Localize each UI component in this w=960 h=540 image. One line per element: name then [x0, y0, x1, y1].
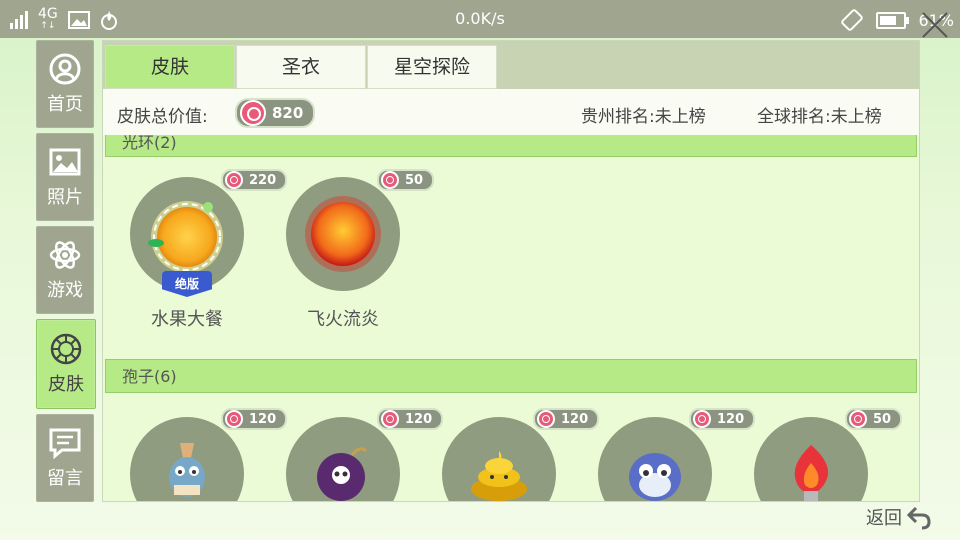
skin-preview: [442, 417, 556, 501]
skin-item-spore-1[interactable]: [129, 417, 245, 501]
global-rank-top: 全球排名:未上榜: [757, 107, 882, 127]
skin-price: 50: [873, 411, 892, 427]
skin-price-badge: 120: [377, 408, 444, 430]
total-value-label-top: 皮肤总价值:: [117, 107, 208, 127]
skin-item-fruit-feast[interactable]: 绝版 水果大餐: [129, 177, 245, 331]
nav-label: 皮肤: [48, 374, 84, 395]
skin-price: 220: [249, 172, 277, 188]
nav-label: 首页: [47, 94, 83, 115]
candy-icon: [849, 410, 867, 428]
skull-bomb-icon: [317, 447, 368, 501]
candy-icon: [537, 410, 555, 428]
skin-wheel-icon: [50, 333, 82, 365]
skin-price: 50: [405, 172, 424, 188]
flame-torch-icon: [794, 445, 829, 501]
tab-skins[interactable]: 皮肤: [105, 45, 235, 89]
skin-preview: [130, 417, 244, 501]
candy-icon: [381, 410, 399, 428]
nav-item-skins[interactable]: 皮肤: [36, 319, 96, 409]
nav-item-photos[interactable]: 照片: [36, 133, 94, 221]
skin-preview: [286, 417, 400, 501]
skin-price: 120: [561, 411, 589, 427]
candy-icon: [693, 410, 711, 428]
pencil-monster-icon: [169, 443, 205, 497]
skin-item-spore-4[interactable]: [597, 417, 713, 501]
photo-icon: [49, 148, 81, 176]
battery-icon: [876, 11, 910, 29]
skin-panel: 皮肤 圣衣 星空探险 皮肤总价值: 820 贵州排名:未上榜 全球排名:未上榜 …: [102, 40, 920, 502]
skin-preview: [754, 417, 868, 501]
candy-icon: [225, 410, 243, 428]
back-button[interactable]: 返回: [866, 504, 932, 530]
skin-price: 120: [249, 411, 277, 427]
skin-item-spore-2[interactable]: [285, 417, 401, 501]
skin-price-badge: 50: [845, 408, 903, 430]
user-circle-icon: [49, 53, 81, 85]
skin-price-badge: 50: [377, 169, 435, 191]
total-value-badge-top: 820: [235, 98, 316, 128]
limited-edition-badge: 绝版: [162, 271, 212, 297]
section-header-spores: 孢子(6): [105, 359, 917, 393]
back-arrow-icon: [906, 506, 931, 530]
skin-price-badge: 120: [689, 408, 756, 430]
total-value: 820: [272, 104, 304, 122]
back-label: 返回: [866, 508, 902, 529]
skin-price-badge: 220: [221, 169, 288, 191]
skin-name: 飞火流炎: [307, 309, 379, 330]
skin-price-badge: 120: [221, 408, 288, 430]
skin-item-flying-flame[interactable]: 飞火流炎: [285, 177, 401, 331]
skin-item-spore-3[interactable]: [441, 417, 557, 501]
golden-swirl-icon: [471, 451, 527, 501]
skin-preview: [286, 177, 400, 291]
nav-item-games[interactable]: 游戏: [36, 226, 94, 314]
skin-price-badge: 120: [533, 408, 600, 430]
tab-star-explore[interactable]: 星空探险: [367, 45, 497, 89]
skin-preview: [598, 417, 712, 501]
nav-label: 游戏: [47, 280, 83, 301]
message-icon: [49, 428, 81, 460]
nav-item-messages[interactable]: 留言: [36, 414, 94, 502]
province-rank-top: 贵州排名:未上榜: [581, 107, 706, 127]
atom-icon: [49, 241, 81, 269]
status-bar: 4G ↑↓ 0.0K/s 61%: [0, 0, 960, 38]
network-speed: 0.0K/s: [455, 9, 505, 28]
skin-name: 水果大餐: [151, 309, 223, 330]
candy-icon: [240, 100, 266, 126]
candy-icon: [225, 171, 243, 189]
candy-icon: [381, 171, 399, 189]
skin-price: 120: [405, 411, 433, 427]
skin-preview: 绝版: [130, 177, 244, 297]
side-navigation: 首页 照片 游戏 皮肤 留言: [36, 40, 96, 507]
close-icon[interactable]: [920, 10, 950, 40]
nav-label: 照片: [47, 187, 83, 208]
skin-item-spore-5[interactable]: [753, 417, 869, 501]
rotate-screen-icon: [841, 9, 864, 31]
nav-label: 留言: [47, 468, 83, 489]
blue-bird-icon: [629, 453, 681, 501]
tab-saint-cloth[interactable]: 圣衣: [236, 45, 366, 89]
fire-orb-icon: [305, 196, 381, 272]
nav-item-home[interactable]: 首页: [36, 40, 94, 128]
skin-price: 120: [717, 411, 745, 427]
tab-bar: 皮肤 圣衣 星空探险: [103, 41, 919, 89]
